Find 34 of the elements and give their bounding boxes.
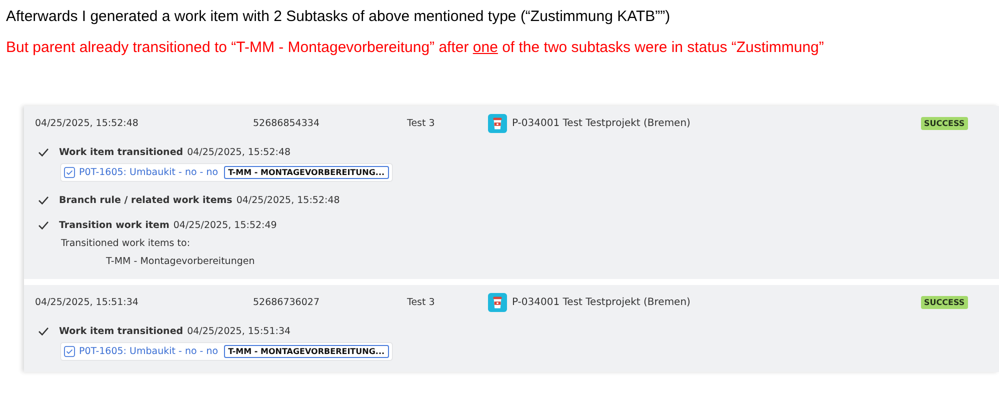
check-icon [38,327,49,336]
log-id: 52686854334 [253,118,320,129]
step-time: 04/25/2025, 15:51:34 [187,326,291,337]
step-time: 04/25/2025, 15:52:49 [173,220,277,231]
log-date: 04/25/2025, 15:52:48 [35,118,140,129]
step-title: Work item transitioned [59,326,184,337]
status-lozenge: T-MM - MONTAGEVORBEREITUNG... [224,345,389,358]
checkbox-icon [64,167,75,178]
actor-name: Test 3 [407,118,436,129]
project-link[interactable]: P-034001 Test Testprojekt (Bremen) [512,297,921,308]
step-time: 04/25/2025, 15:52:48 [187,147,291,158]
status-badge: SUCCESS [921,296,968,309]
step-title: Transition work item [59,220,170,231]
status-lozenge: T-MM - MONTAGEVORBEREITUNG... [224,166,389,179]
step-time: 04/25/2025, 15:52:48 [236,195,340,206]
step-title: Branch rule / related work items [59,195,232,206]
work-item-link[interactable]: P0T-1605: Umbaukit - no - no [79,346,218,357]
checkbox-icon [64,346,75,357]
actor-name: Test 3 [407,297,436,308]
note-text: Afterwards I generated a work item with 2 Subtasks of above mentioned type (“Zustimmung KATB””) [5,7,672,25]
step-title: Work item transitioned [59,147,184,158]
check-icon [38,148,49,157]
project-link[interactable]: P-034001 Test Testprojekt (Bremen) [512,118,921,129]
step-detail: Transitioned work items to: [61,238,192,249]
cup-icon [488,293,507,312]
work-item-link[interactable]: P0T-1605: Umbaukit - no - no [79,167,218,178]
check-icon [38,196,49,205]
log-id: 52686736027 [253,297,320,308]
target-status: T-MM - Montagevorbereitungen [106,256,256,267]
note-text: But parent already transitioned to “T-MM - Montagevorbereitung” after one of the two subtasks were in status “Zustimmung” [5,38,825,56]
check-icon [38,221,49,230]
status-badge: SUCCESS [921,117,968,130]
log-date: 04/25/2025, 15:51:34 [35,297,140,308]
cup-icon [488,114,507,133]
